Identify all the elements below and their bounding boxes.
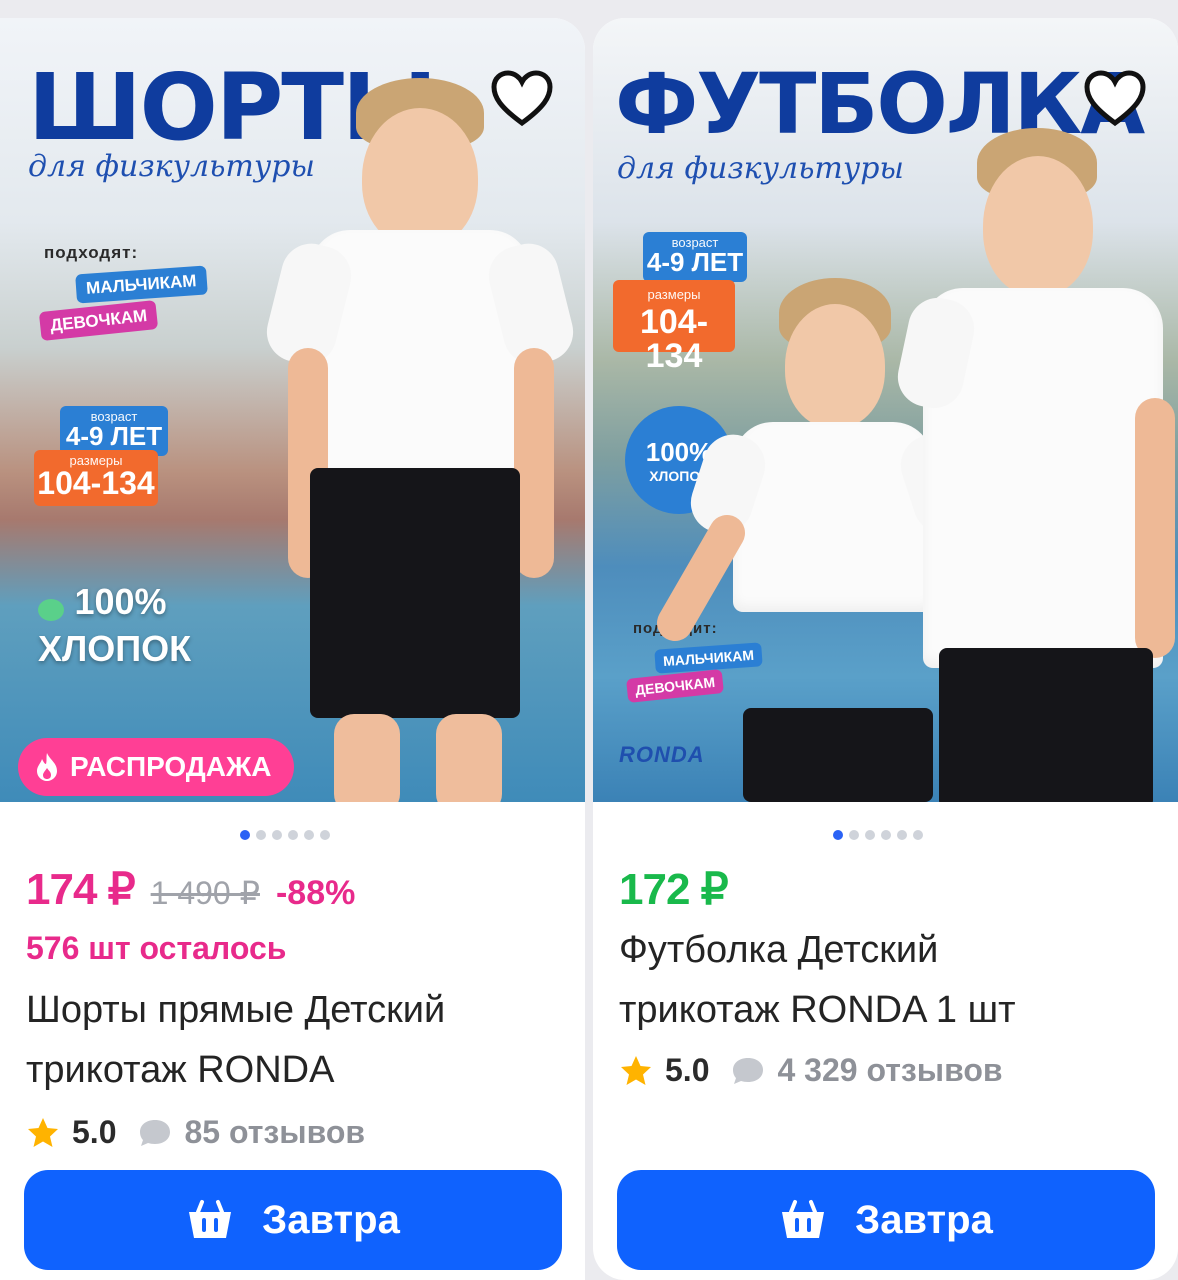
carousel-dot[interactable] (865, 830, 875, 840)
product-title[interactable]: Шорты прямые Детский трикотаж RONDA (26, 980, 445, 1100)
cotton-label: 100% ХЛОПОК (38, 584, 191, 667)
comment-bubble-icon (733, 1057, 764, 1084)
carousel-dot[interactable] (256, 830, 266, 840)
current-price: 172 ₽ (619, 865, 729, 914)
rating-row: 5.0 4 329 отзывов (619, 1052, 1003, 1089)
banner-subtitle: для физкультуры (617, 151, 904, 186)
star-icon (28, 1117, 58, 1147)
age-tag: возраст 4-9 ЛЕТ (60, 406, 168, 456)
tag-girls: ДЕВОЧКАМ (38, 299, 159, 342)
leaf-icon (38, 598, 64, 621)
carousel-dot[interactable] (288, 830, 298, 840)
favorite-heart-icon[interactable] (488, 64, 556, 132)
rating-row: 5.0 85 отзывов (26, 1114, 365, 1151)
age-caption: возраст (90, 409, 138, 424)
rating-value: 5.0 (72, 1114, 117, 1150)
delivery-tomorrow-button[interactable]: Завтра (617, 1170, 1155, 1270)
product-title-line: трикотаж RONDA 1 шт (619, 989, 1016, 1031)
basket-icon (189, 1200, 232, 1238)
cotton-text: ХЛОПОК (38, 627, 192, 669)
cotton-percent: 100% (74, 581, 167, 622)
tag-boys: МАЛЬЧИКАМ (75, 265, 208, 304)
price-row: 174 ₽ 1 490 ₽ -88% (26, 864, 355, 915)
carousel-dot[interactable] (881, 830, 891, 840)
age-tag: возраст 4-9 ЛЕТ (643, 232, 747, 282)
sizes-tag: размеры 104-134 (34, 450, 158, 506)
comment-bubble-icon (140, 1119, 171, 1146)
model-photo-boy (260, 78, 580, 802)
product-card-tshirt[interactable]: ФУТБОЛКА для физкультуры возраст 4-9 ЛЕТ… (593, 18, 1178, 1280)
age-caption: возраст (671, 235, 719, 250)
current-price: 174 ₽ (26, 865, 136, 914)
reviews-count[interactable]: 4 329 отзывов (777, 1052, 1002, 1089)
delivery-tomorrow-button[interactable]: Завтра (24, 1170, 562, 1270)
product-photo[interactable]: ШОРТЫ для физкультуры подходят: МАЛЬЧИКА… (0, 18, 585, 802)
price-row: 172 ₽ (619, 864, 729, 915)
rating-value: 5.0 (665, 1052, 710, 1088)
product-title-line: трикотаж RONDA (26, 1049, 335, 1091)
sizes-caption: размеры (69, 453, 123, 468)
carousel-dot[interactable] (304, 830, 314, 840)
carousel-dot[interactable] (320, 830, 330, 840)
age-value: 4-9 ЛЕТ (646, 247, 744, 277)
discount: -88% (275, 874, 356, 912)
carousel-dots (240, 830, 330, 840)
carousel-dot[interactable] (913, 830, 923, 840)
button-label: Завтра (855, 1197, 993, 1242)
favorite-heart-icon[interactable] (1081, 64, 1149, 132)
carousel-dot[interactable] (897, 830, 907, 840)
reviews-count[interactable]: 85 отзывов (184, 1114, 365, 1151)
sizes-value: 104-134 (37, 465, 155, 501)
sale-badge: РАСПРОДАЖА (18, 738, 294, 796)
product-card-shorts[interactable]: ШОРТЫ для физкультуры подходят: МАЛЬЧИКА… (0, 18, 585, 1280)
product-title-line: Шорты прямые Детский (26, 989, 446, 1031)
product-photo[interactable]: ФУТБОЛКА для физкультуры возраст 4-9 ЛЕТ… (593, 18, 1178, 802)
product-title-line: Футболка Детский (619, 929, 939, 971)
fits-label: подходят: (44, 243, 139, 262)
star-icon (621, 1055, 651, 1085)
carousel-dot[interactable] (240, 830, 250, 840)
carousel-dot[interactable] (272, 830, 282, 840)
stock-left: 576 шт осталось (26, 930, 287, 966)
sale-badge-label: РАСПРОДАЖА (70, 751, 272, 782)
basket-icon (782, 1200, 825, 1238)
carousel-dot[interactable] (849, 830, 859, 840)
old-price: 1 490 ₽ (150, 875, 260, 911)
carousel-dot[interactable] (833, 830, 843, 840)
button-label: Завтра (262, 1197, 400, 1242)
carousel-dots (833, 830, 923, 840)
model-photo-boy (892, 128, 1178, 802)
age-value: 4-9 ЛЕТ (65, 421, 163, 451)
flame-icon (37, 753, 57, 781)
product-title[interactable]: Футболка Детский трикотаж RONDA 1 шт (619, 920, 1015, 1040)
